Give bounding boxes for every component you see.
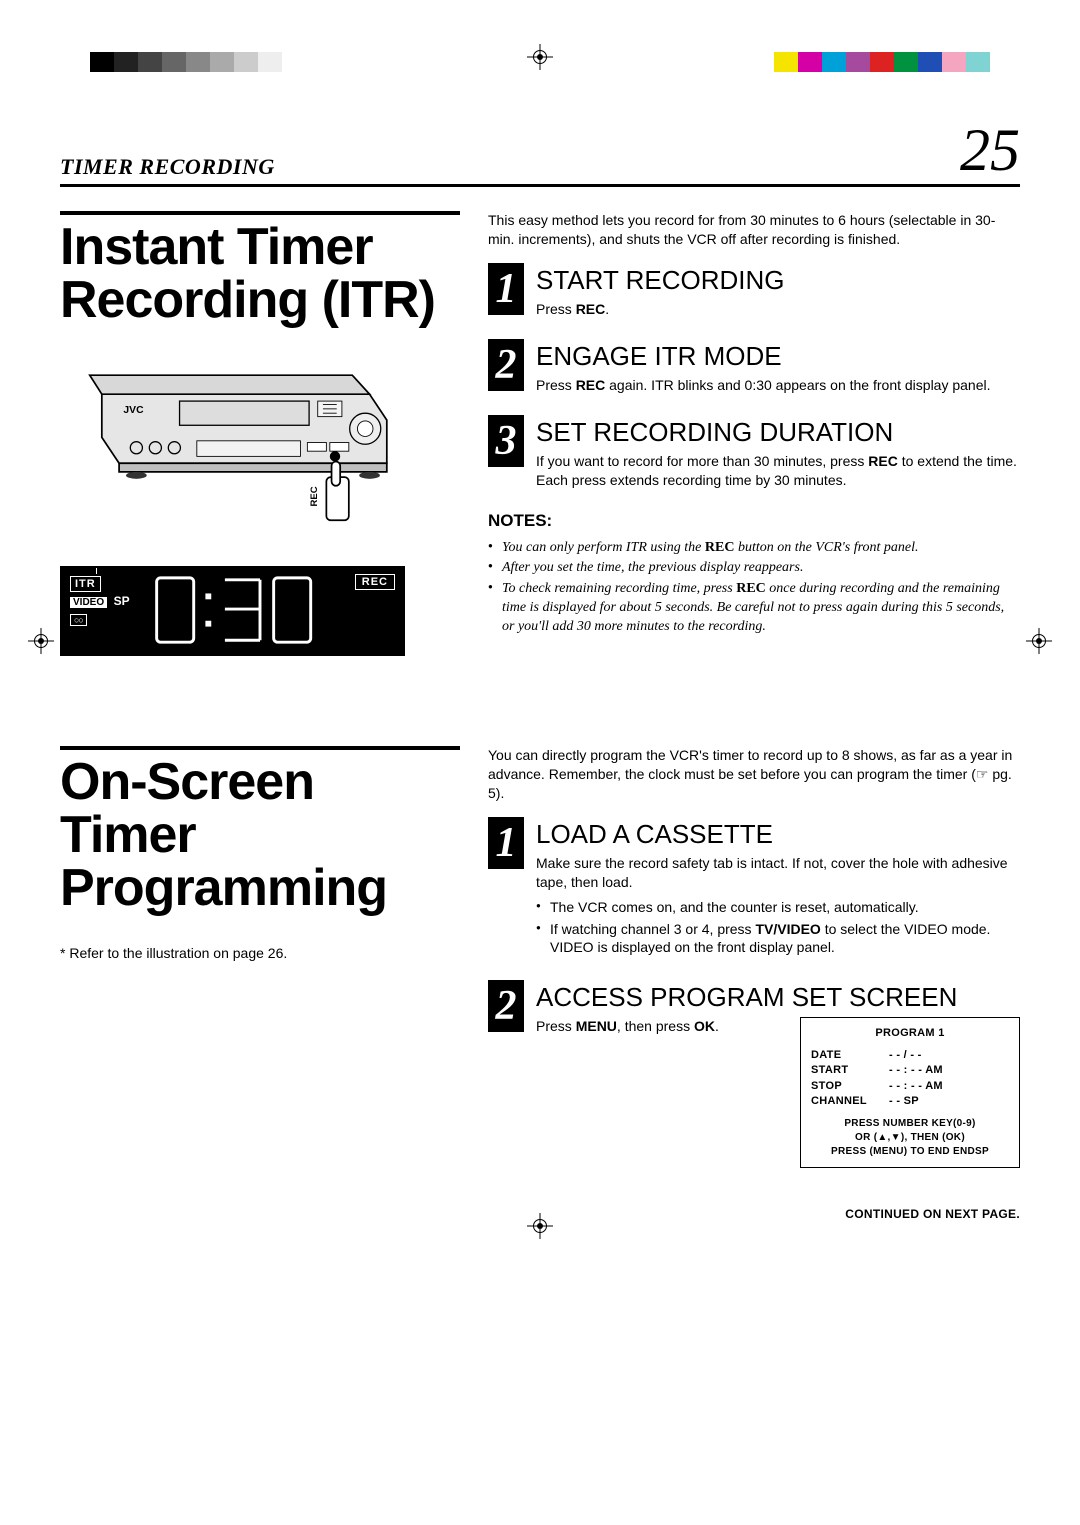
step-number: 2 <box>488 339 524 391</box>
display-time-digits <box>150 572 370 655</box>
registration-mark-icon <box>527 44 553 70</box>
step-text: Press REC. <box>536 300 1020 319</box>
bullet-item: The VCR comes on, and the counter is res… <box>536 898 1020 917</box>
step-bullets: The VCR comes on, and the counter is res… <box>536 898 1020 958</box>
display-cassette-icon: ○○ <box>70 614 87 626</box>
step-title: SET RECORDING DURATION <box>536 415 1020 450</box>
step-text: Make sure the record safety tab is intac… <box>536 854 1020 892</box>
program-set-screen: PROGRAM 1 DATE- - / - - START- - : - - A… <box>800 1017 1020 1168</box>
itr-step-1: 1 START RECORDING Press REC. <box>488 263 1020 319</box>
bullet-item: If watching channel 3 or 4, press TV/VID… <box>536 920 1020 958</box>
osp-intro: You can directly program the VCR's timer… <box>488 746 1020 803</box>
svg-text:REC: REC <box>309 486 320 506</box>
continued-label: CONTINUED ON NEXT PAGE. <box>488 1206 1020 1222</box>
note-item: To check remaining recording time, press… <box>488 580 1020 637</box>
note-item: After you set the time, the previous dis… <box>488 559 1020 578</box>
step-number: 1 <box>488 263 524 315</box>
program-help: PRESS NUMBER KEY(0-9) OR (▲,▼), THEN (OK… <box>811 1117 1009 1159</box>
itr-title: Instant Timer Recording (ITR) <box>60 221 460 327</box>
note-item: You can only perform ITR using the REC b… <box>488 539 1020 558</box>
front-display-panel: ITR REC VIDEO SP ○○ <box>60 566 405 656</box>
osp-step-2: 2 ACCESS PROGRAM SET SCREEN Press MENU, … <box>488 980 1020 1168</box>
notes-list: You can only perform ITR using the REC b… <box>488 539 1020 637</box>
itr-step-3: 3 SET RECORDING DURATION If you want to … <box>488 415 1020 490</box>
section-label: TIMER RECORDING <box>60 154 275 180</box>
osp-step-1: 1 LOAD A CASSETTE Make sure the record s… <box>488 817 1020 961</box>
itr-intro: This easy method lets you record for fro… <box>488 211 1020 249</box>
page-header: TIMER RECORDING 25 <box>60 120 1020 187</box>
osp-ref-note: * Refer to the illustration on page 26. <box>60 945 460 961</box>
vcr-brand-label: JVC <box>123 405 144 416</box>
display-video-indicator: VIDEO <box>70 597 107 608</box>
step-number: 1 <box>488 817 524 869</box>
step-title: ENGAGE ITR MODE <box>536 339 1020 374</box>
title-rule <box>60 746 460 750</box>
registration-mark-icon <box>527 1213 553 1239</box>
step-text: Press MENU, then press OK. <box>536 1017 786 1036</box>
display-sp-indicator: SP <box>114 594 130 608</box>
vcr-illustration: JVC <box>60 351 460 546</box>
printer-color-strip <box>774 52 990 72</box>
osp-title: On-Screen Timer Programming <box>60 756 460 915</box>
step-number: 2 <box>488 980 524 1032</box>
step-title: START RECORDING <box>536 263 1020 298</box>
printer-grayscale-strip <box>90 52 282 72</box>
title-rule <box>60 211 460 215</box>
notes-heading: NOTES: <box>488 510 1020 533</box>
step-number: 3 <box>488 415 524 467</box>
page-number: 25 <box>960 120 1020 180</box>
registration-mark-icon <box>28 628 54 654</box>
step-title: LOAD A CASSETTE <box>536 817 1020 852</box>
step-title: ACCESS PROGRAM SET SCREEN <box>536 980 1020 1015</box>
itr-step-2: 2 ENGAGE ITR MODE Press REC again. ITR b… <box>488 339 1020 395</box>
program-title: PROGRAM 1 <box>811 1026 1009 1041</box>
registration-mark-icon <box>1026 628 1052 654</box>
display-itr-indicator: ITR <box>70 576 101 592</box>
step-text: If you want to record for more than 30 m… <box>536 452 1020 490</box>
step-text: Press REC again. ITR blinks and 0:30 app… <box>536 376 1020 395</box>
